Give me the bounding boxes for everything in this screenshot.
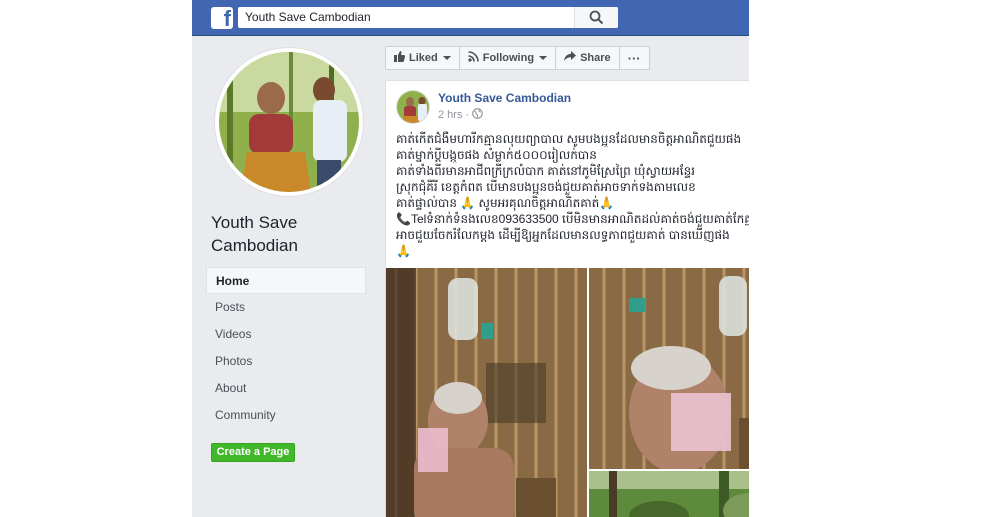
profile-picture-frame[interactable] (214, 47, 364, 197)
share-label: Share (580, 52, 611, 64)
more-options-button[interactable]: ··· (619, 46, 650, 70)
page-title: Youth Save Cambodian (211, 213, 298, 255)
post-photo-1[interactable] (386, 268, 587, 517)
post-photo-3[interactable] (589, 471, 749, 517)
post-timestamp[interactable]: 2 hrs (438, 109, 462, 121)
nav-posts[interactable]: Posts (206, 294, 366, 321)
search-button[interactable] (574, 7, 618, 28)
nav-videos[interactable]: Videos (206, 321, 366, 348)
facebook-logo-icon[interactable]: f (211, 7, 233, 29)
post-photo-2[interactable] (589, 268, 749, 469)
globe-icon[interactable] (472, 108, 483, 122)
post-author-name[interactable]: Youth Save Cambodian (438, 91, 571, 105)
thumbs-up-icon (394, 51, 405, 65)
facebook-page-window: f Youth Save Cambodian Youth Save Cambod… (192, 0, 749, 517)
post-body: គាត់កើតជំងឺមហារីកគ្មានលុយព្យាបាល សូមបងប្… (396, 131, 749, 259)
post-author-avatar[interactable] (396, 90, 430, 124)
profile-picture[interactable] (219, 52, 359, 192)
page-sidebar: Youth Save Cambodian Home Posts Videos P… (192, 36, 374, 517)
post-line: អាចជួយចែករំលែកម្តង ដើម្បីឱ្យអ្នកដែលមានលទ… (396, 228, 730, 242)
chevron-down-icon (442, 56, 451, 60)
more-options-icon: ··· (627, 50, 641, 66)
page-action-bar: Liked Following Share ··· (385, 46, 650, 70)
post-line: គាត់កើតជំងឺមហារីកគ្មានលុយព្យាបាល សូមបងប្… (396, 132, 742, 146)
page-margin-left (0, 0, 192, 517)
post-line: 🙏 (396, 244, 411, 258)
chevron-down-icon (539, 56, 548, 60)
liked-label: Liked (409, 52, 438, 64)
search-bar[interactable]: Youth Save Cambodian (238, 7, 618, 28)
page-margin-right (749, 0, 994, 517)
post-line: គាត់ទាំងពីរមានអាជីពក្រីក្រលំបាក គាត់នៅភូ… (396, 164, 695, 178)
meta-separator: · (465, 109, 470, 121)
post-card: Youth Save Cambodian 2 hrs · ••• គាត់កើត… (385, 80, 749, 517)
share-arrow-icon (564, 51, 577, 65)
share-button[interactable]: Share (556, 46, 620, 70)
page-navigation: Home Posts Videos Photos About Community (206, 267, 366, 429)
nav-community[interactable]: Community (206, 402, 366, 429)
top-navigation-bar: f Youth Save Cambodian (192, 0, 749, 36)
facebook-logo-letter: f (223, 7, 231, 29)
liked-button[interactable]: Liked (385, 46, 460, 70)
search-input[interactable]: Youth Save Cambodian (245, 10, 371, 24)
create-page-button[interactable]: Create a Page (211, 443, 295, 462)
post-meta: 2 hrs · (438, 108, 483, 122)
post-line: គាត់ម្នាក់ប្ដីបង្កួចផង សំម្លាក់៥០០០រៀលក់… (396, 148, 597, 162)
nav-home[interactable]: Home (206, 267, 366, 294)
nav-photos[interactable]: Photos (206, 348, 366, 375)
post-line: គាត់ផ្ទាល់បាន 🙏 សូមអរគុណចិត្តអាណិតគាត់🙏 (396, 196, 615, 210)
following-button[interactable]: Following (459, 46, 557, 70)
search-icon (589, 10, 604, 25)
nav-about[interactable]: About (206, 375, 366, 402)
following-label: Following (482, 52, 535, 64)
post-line: ស្រុកជុំគីរី ខេត្តកំពត បើមានបងប្អូនចង់ជួ… (396, 180, 696, 194)
rss-icon (468, 51, 479, 65)
post-line: 📞Telទំនាក់ទំនងលេខ093633500 បើមិនមានអាណិត… (396, 212, 749, 226)
